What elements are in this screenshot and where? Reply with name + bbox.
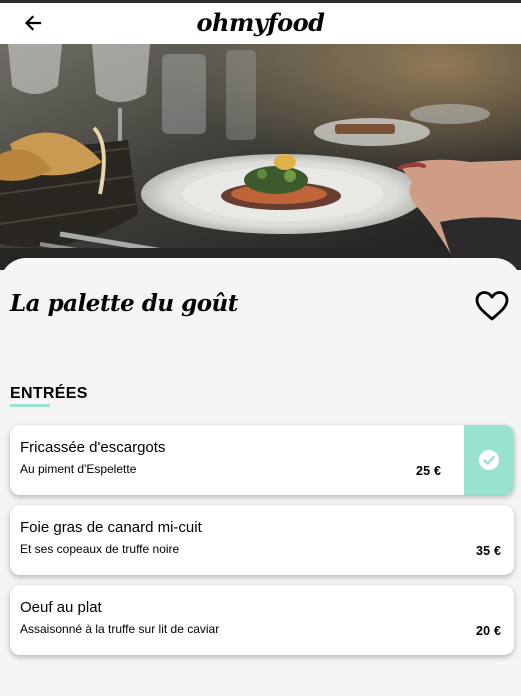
app-header: ohmyfood [0,3,521,44]
menu-item-card[interactable]: Foie gras de canard mi-cuit Et ses copea… [10,505,514,575]
check-circle-icon [479,450,499,470]
restaurant-content: La palette du goût ENTRÉES Fricassée d'e… [0,258,521,696]
menu-item-name: Oeuf au plat [20,599,102,616]
menu-item-description: Au piment d'Espelette [20,462,137,476]
section-underline [10,404,50,407]
menu-item-card[interactable]: Fricassée d'escargots Au piment d'Espele… [10,425,514,495]
restaurant-hero-image [0,44,521,270]
app-logo[interactable]: ohmyfood [0,8,521,38]
menu-item-name: Fricassée d'escargots [20,439,166,456]
menu-item-price: 25 € [416,464,442,478]
menu-item-description: Et ses copeaux de truffe noire [20,542,180,556]
section-title-entrees: ENTRÉES [10,385,88,402]
selected-indicator [464,425,514,495]
menu-item-description: Assaisonné à la truffe sur lit de caviar [20,622,220,636]
menu-item-price: 20 € [476,624,502,638]
menu-item-card[interactable]: Oeuf au plat Assaisonné à la truffe sur … [10,585,514,655]
menu-item-price: 35 € [476,544,502,558]
heart-outline-icon [475,291,509,321]
restaurant-name: La palette du goût [10,290,238,317]
menu-item-name: Foie gras de canard mi-cuit [20,519,202,536]
favorite-button[interactable] [474,290,510,322]
